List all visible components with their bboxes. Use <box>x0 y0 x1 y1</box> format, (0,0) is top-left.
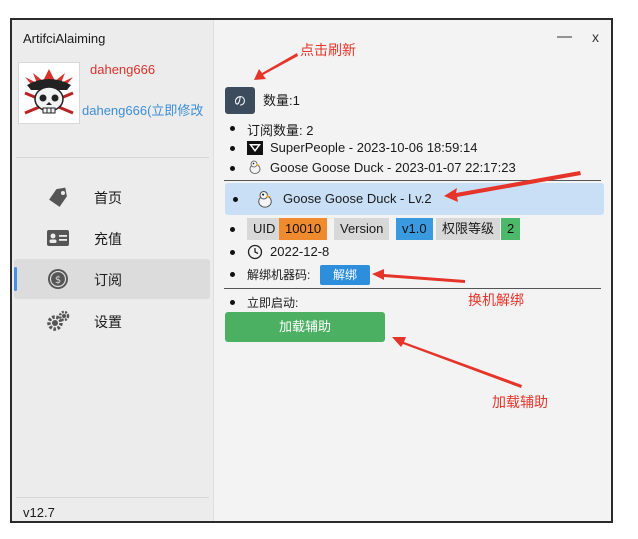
bullet <box>233 197 238 202</box>
unbind-button[interactable]: 解绑 <box>320 265 370 285</box>
sidebar-item-label: 充值 <box>94 231 122 247</box>
sidebar: ArtifciAlaiming daheng666 daheng666(立即修改 <box>12 20 214 521</box>
bullet <box>230 227 235 232</box>
annotation-unbind: 换机解绑 <box>468 292 524 308</box>
app-title: ArtifciAlaiming <box>23 31 106 46</box>
sidebar-item-label: 首页 <box>94 190 122 206</box>
edit-profile-link[interactable]: daheng666(立即修改 <box>82 100 203 119</box>
subscription-item: SuperPeople - 2023-10-06 18:59:14 <box>270 140 478 155</box>
active-indicator <box>14 267 17 291</box>
bullet <box>230 146 235 151</box>
section-divider <box>224 288 601 289</box>
tag-icon <box>49 187 67 207</box>
selected-subscription[interactable]: Goose Goose Duck - Lv.2 <box>225 183 604 215</box>
unbind-label: 解绑机器码: <box>247 268 311 282</box>
level-label: 权限等级 <box>436 218 501 240</box>
version-label: v12.7 <box>23 505 55 520</box>
load-assist-button[interactable]: 加载辅助 <box>225 312 385 342</box>
item-count: 数量:1 <box>263 93 300 108</box>
section-divider <box>224 180 601 181</box>
goose-icon <box>249 160 261 174</box>
selected-subscription-label: Goose Goose Duck - Lv.2 <box>283 191 432 206</box>
superpeople-icon <box>247 141 263 155</box>
coin-icon: $ <box>48 269 68 289</box>
version-tag-label: Version <box>334 218 390 240</box>
expiry-date: 2022-12-8 <box>270 244 330 259</box>
annotation-load: 加载辅助 <box>492 394 548 410</box>
sidebar-item-settings[interactable]: 设置 <box>14 301 210 341</box>
bullet <box>230 250 235 255</box>
pirate-skull-icon <box>19 63 79 123</box>
clock-icon <box>247 244 263 260</box>
launch-label: 立即启动: <box>247 296 299 310</box>
version-tag-value: v1.0 <box>396 218 433 240</box>
bullet <box>230 166 235 171</box>
svg-text:$: $ <box>55 275 61 286</box>
sidebar-divider <box>16 157 209 158</box>
sidebar-divider <box>16 497 209 498</box>
username: daheng666 <box>90 62 156 77</box>
uid-value: 10010 <box>279 218 328 240</box>
bullet <box>230 126 235 131</box>
annotation-refresh: 点击刷新 <box>300 42 356 58</box>
subscription-count: 订阅数量: 2 <box>247 123 314 138</box>
subscription-item: Goose Goose Duck - 2023-01-07 22:17:23 <box>270 160 516 175</box>
uid-label: UID <box>247 218 282 240</box>
level-value: 2 <box>501 218 521 240</box>
main-panel: の 数量:1 订阅数量: 2 SuperPeople - 2023-10-06 … <box>214 20 611 521</box>
goose-icon <box>258 191 272 208</box>
sidebar-item-label: 订阅 <box>94 272 122 288</box>
sidebar-item-label: 设置 <box>94 314 122 330</box>
id-card-icon <box>47 230 69 246</box>
gears-icon <box>47 310 70 331</box>
bullet <box>230 272 235 277</box>
sidebar-item-recharge[interactable]: 充值 <box>14 218 210 258</box>
bullet <box>230 300 235 305</box>
sidebar-item-subscription[interactable]: $ 订阅 <box>14 259 210 299</box>
refresh-button[interactable]: の <box>225 87 255 114</box>
sidebar-item-home[interactable]: 首页 <box>14 177 210 217</box>
app-window: ArtifciAlaiming daheng666 daheng666(立即修改 <box>10 18 613 523</box>
avatar[interactable] <box>18 62 80 124</box>
